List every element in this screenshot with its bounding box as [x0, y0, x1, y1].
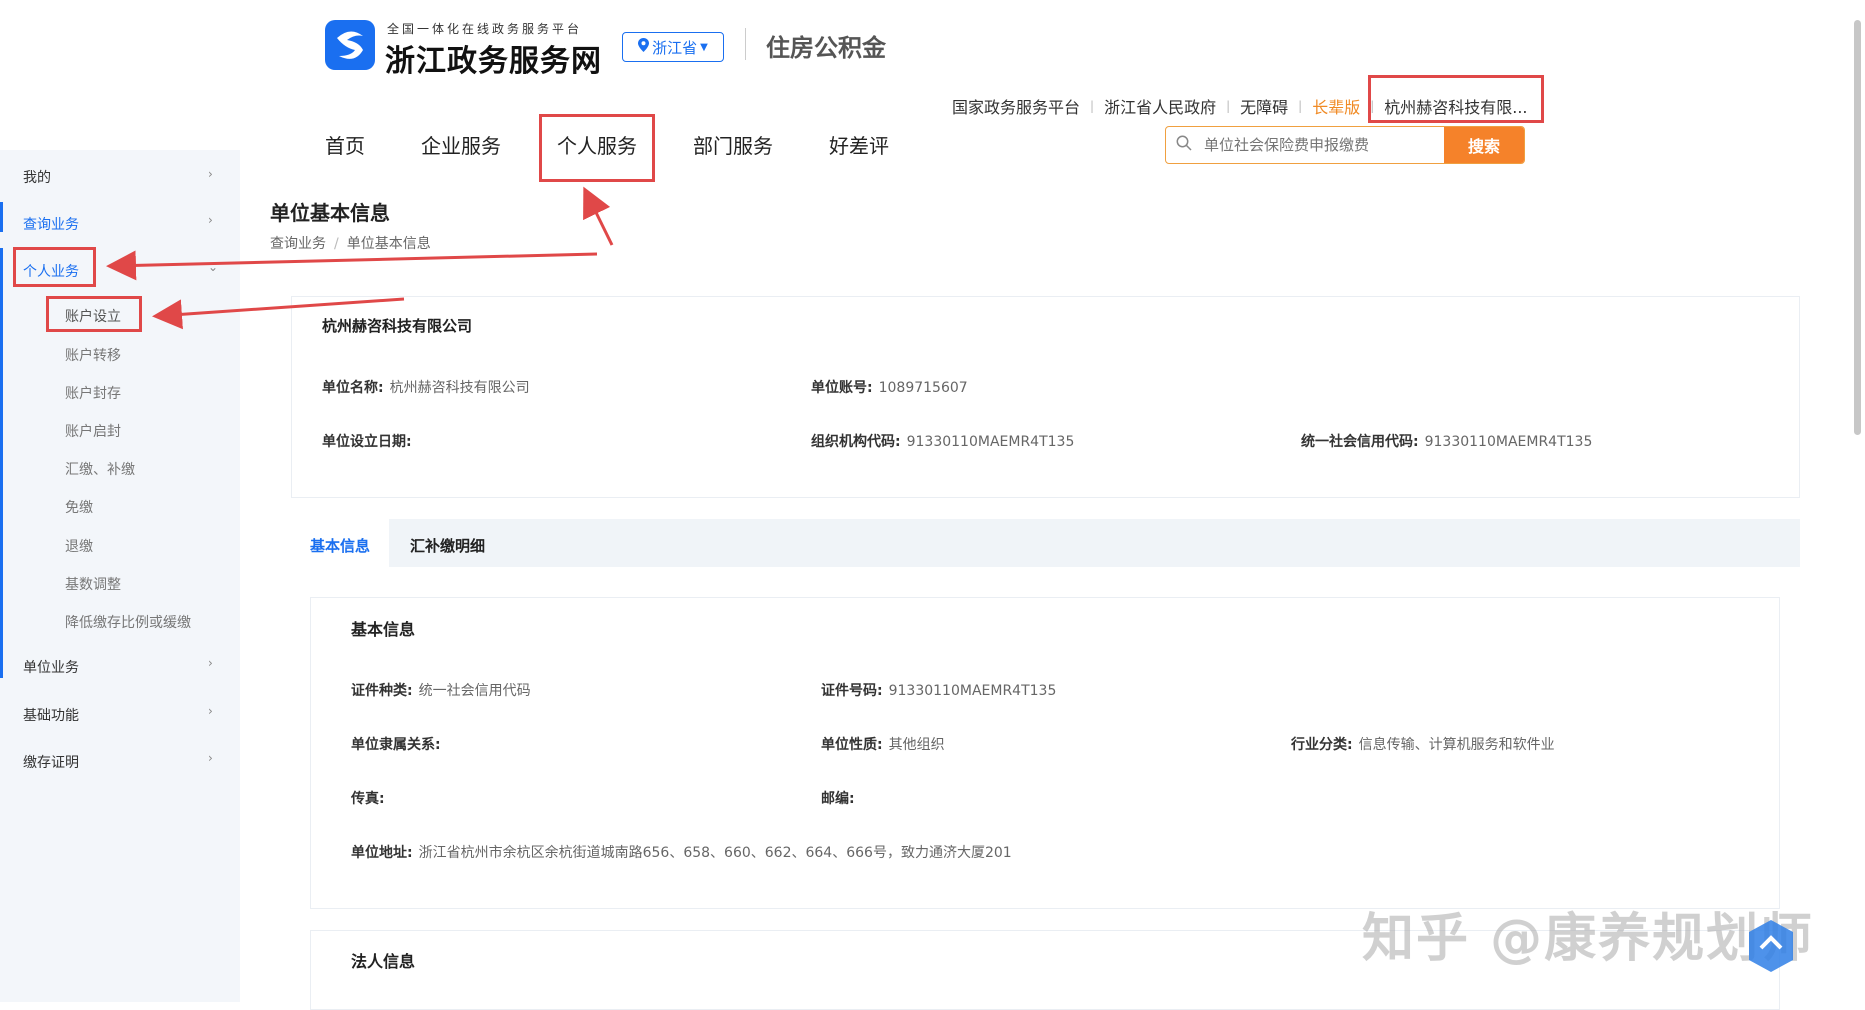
arrow-to-account-setup [152, 297, 405, 330]
annotation-arrows [106, 186, 614, 330]
back-to-top-icon[interactable] [1746, 918, 1796, 974]
arrow-to-personal-service [583, 186, 614, 246]
scrollbar-thumb[interactable] [1854, 20, 1861, 435]
arrow-to-personal-business [106, 250, 598, 281]
